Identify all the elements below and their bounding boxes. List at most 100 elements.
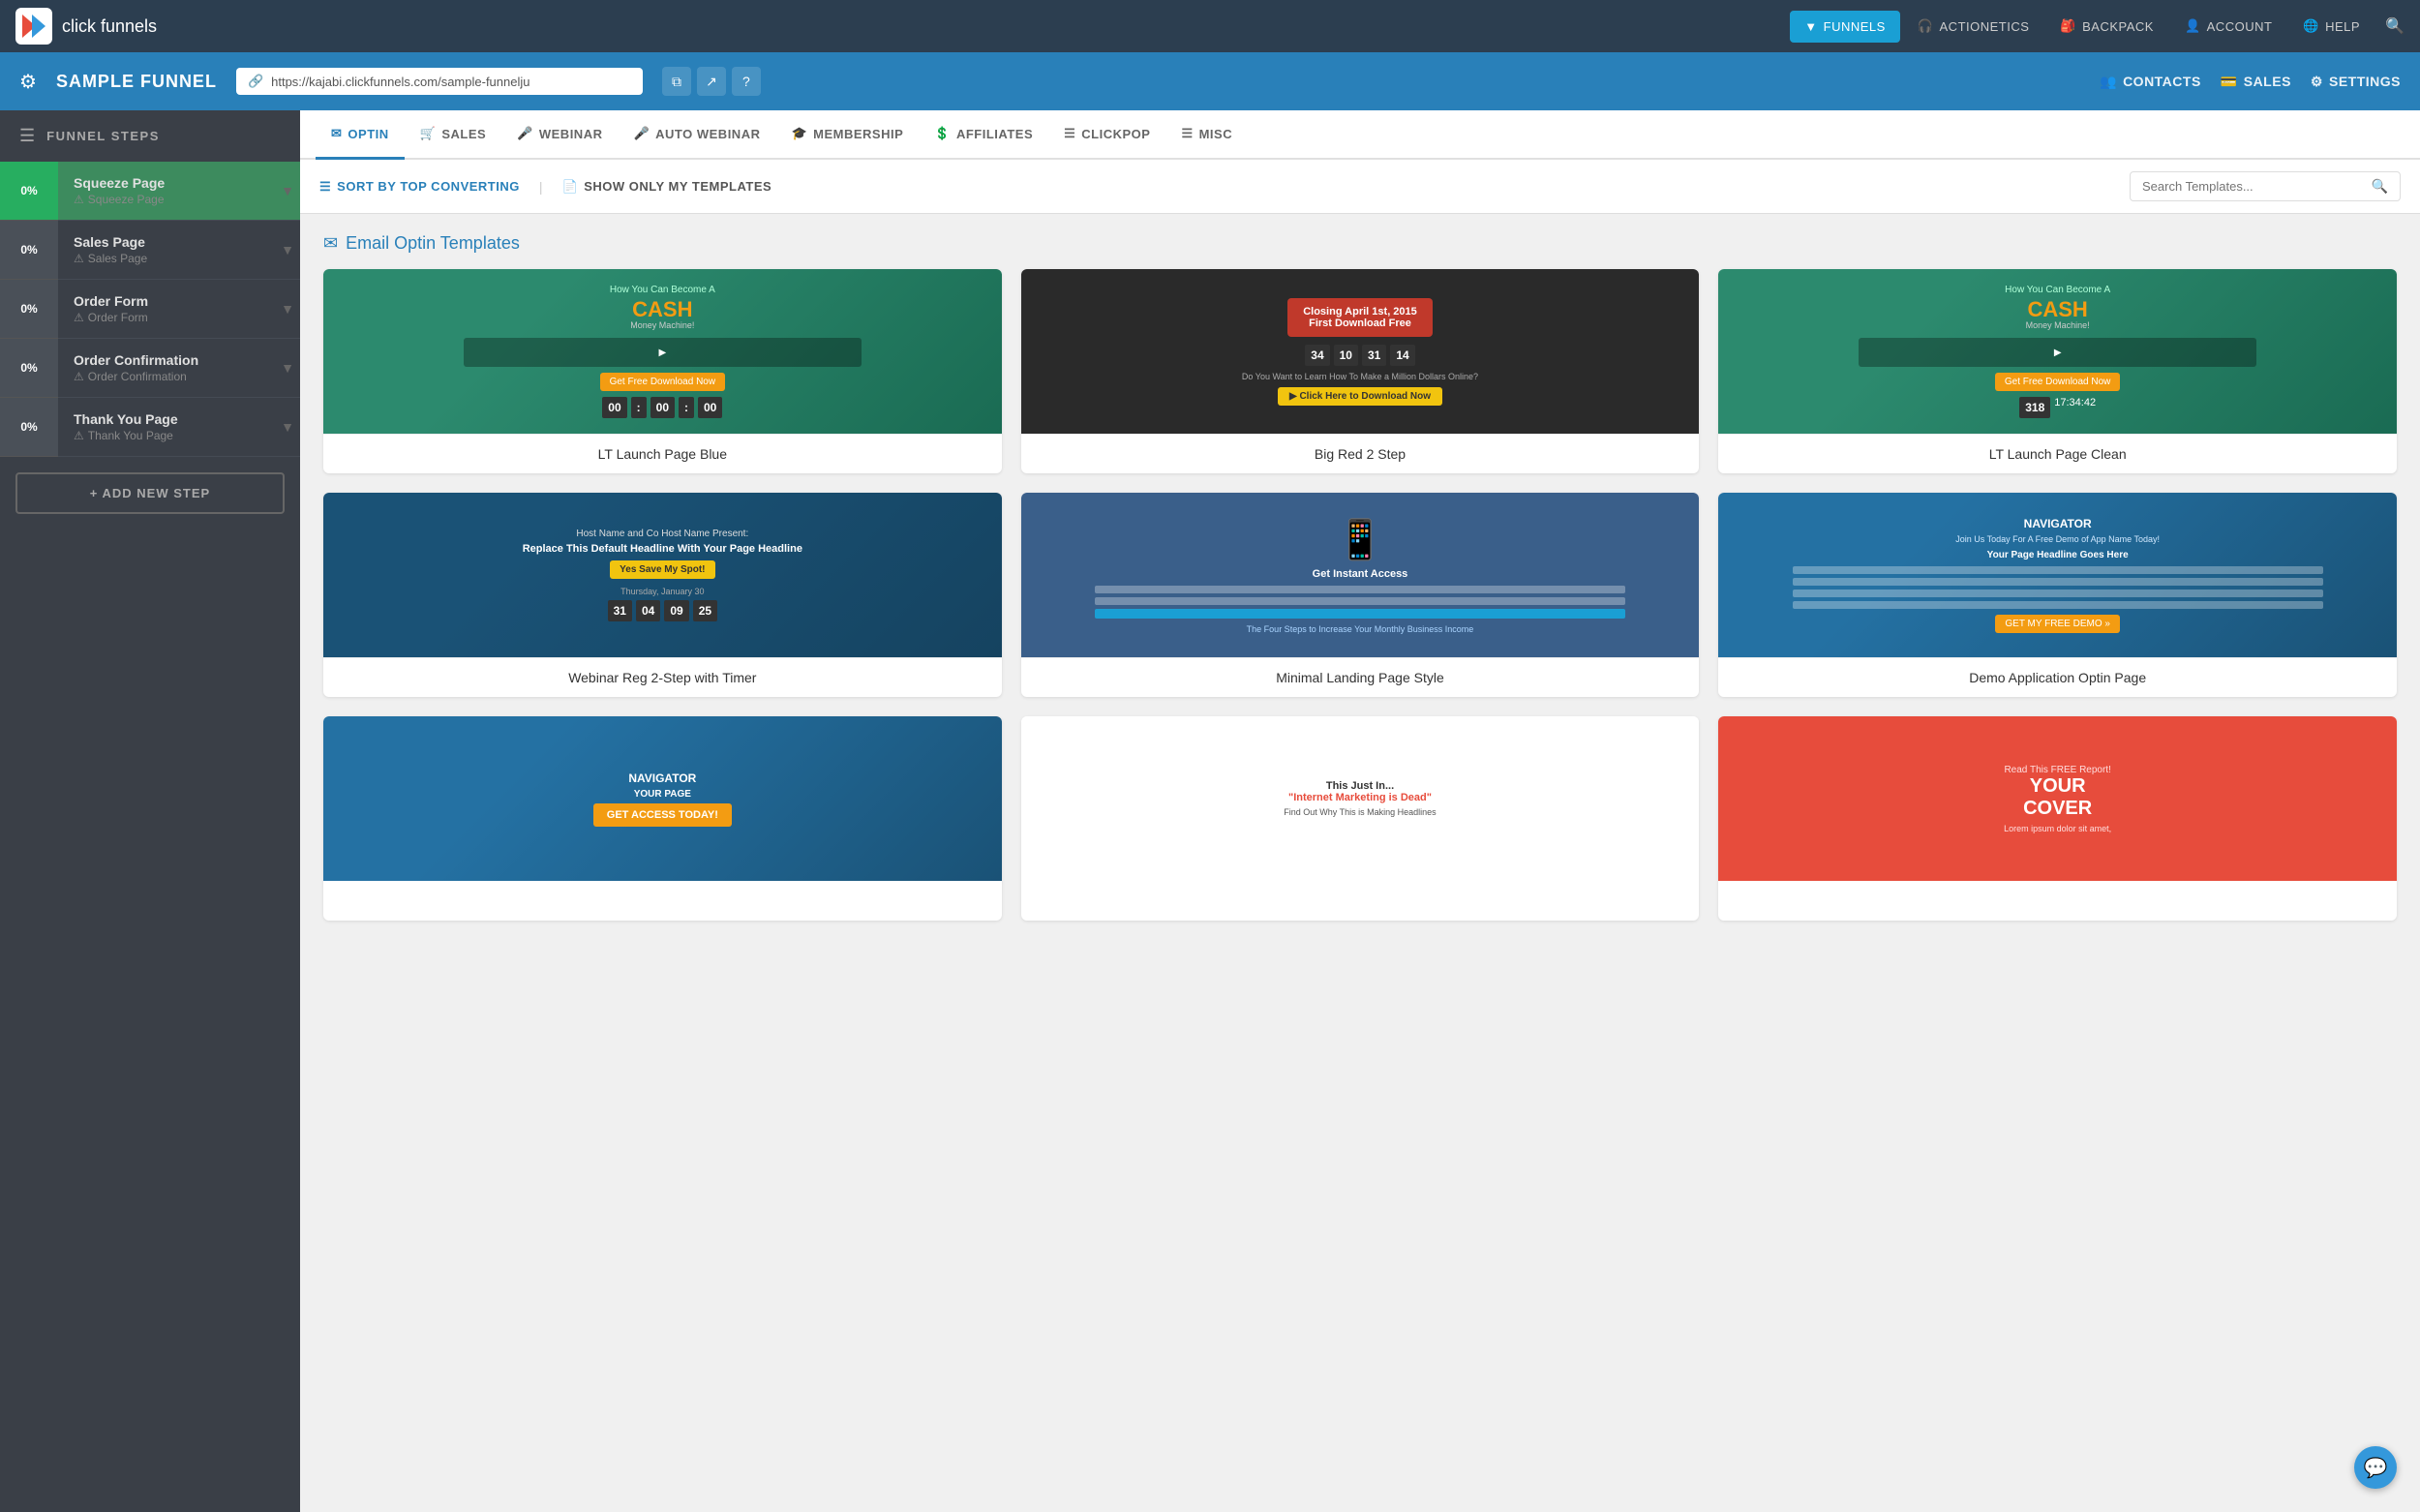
url-actions: ⧉ ↗ ?: [662, 67, 761, 96]
step-pct-squeeze: 0%: [0, 162, 58, 221]
step-content-thankyou: Thank You Page ⚠ Thank You Page: [58, 398, 275, 457]
funnel-step-orderconfirm[interactable]: 0% Order Confirmation ⚠ Order Confirmati…: [0, 339, 300, 398]
sort-top-converting-button[interactable]: ☰ SORT BY TOP CONVERTING: [319, 179, 520, 195]
funnel-url-bar: 🔗 https://kajabi.clickfunnels.com/sample…: [236, 68, 643, 95]
template-name-demo-app: Demo Application Optin Page: [1718, 657, 2397, 697]
sales-icon: 💳: [2221, 74, 2238, 90]
step-arrow-orderconfirm: ▼: [275, 339, 300, 398]
logo-area: click funnels: [15, 8, 157, 45]
step-arrow-thankyou: ▼: [275, 398, 300, 457]
nav-funnels[interactable]: ▼ FUNNELS: [1790, 11, 1900, 43]
step-content-squeeze: Squeeze Page ⚠ Squeeze Page: [58, 162, 275, 221]
warning-icon: ⚠: [74, 252, 84, 265]
tab-membership[interactable]: 🎓 MEMBERSHIP: [775, 110, 919, 160]
template-preview-navigator: NAVIGATOR YOUR PAGE GET ACCESS TODAY!: [323, 716, 1002, 881]
misc-icon: ☰: [1181, 126, 1193, 141]
nav-help[interactable]: 🌐 HELP: [2289, 11, 2374, 42]
warning-icon: ⚠: [74, 311, 84, 324]
backpack-icon: 🎒: [2060, 18, 2076, 34]
template-card-cover[interactable]: Read This FREE Report! YOURCOVER Lorem i…: [1718, 716, 2397, 921]
global-search-icon[interactable]: 🔍: [2385, 16, 2405, 36]
step-arrow-squeeze: ▼: [275, 162, 300, 221]
search-templates-container: 🔍: [2130, 171, 2401, 201]
tab-clickpop[interactable]: ☰ CLICKPOP: [1048, 110, 1165, 160]
nav-actionetics[interactable]: 🎧 ACTIONETICS: [1904, 11, 2043, 42]
mic-icon: 🎤: [517, 126, 533, 141]
template-preview-lt-launch-clean: How You Can Become A CASH Money Machine!…: [1718, 269, 2397, 434]
funnel-step-squeeze[interactable]: 0% Squeeze Page ⚠ Squeeze Page ▼: [0, 162, 300, 221]
step-pct-thankyou: 0%: [0, 398, 58, 457]
tab-webinar[interactable]: 🎤 WEBINAR: [501, 110, 618, 160]
funnel-step-sales[interactable]: 0% Sales Page ⚠ Sales Page ▼: [0, 221, 300, 280]
file-icon: 📄: [562, 179, 579, 195]
warning-icon: ⚠: [74, 429, 84, 442]
sidebar: ☰ FUNNEL STEPS 0% Squeeze Page ⚠ Squeeze…: [0, 110, 300, 1512]
template-card-demo-app[interactable]: NAVIGATOR Join Us Today For A Free Demo …: [1718, 493, 2397, 697]
tab-sales[interactable]: 🛒 SALES: [405, 110, 502, 160]
tab-misc[interactable]: ☰ MISC: [1165, 110, 1248, 160]
help-url-button[interactable]: ?: [732, 67, 761, 96]
warning-icon: ⚠: [74, 370, 84, 383]
sort-icon: ☰: [319, 179, 331, 195]
template-card-navigator[interactable]: NAVIGATOR YOUR PAGE GET ACCESS TODAY! Na…: [323, 716, 1002, 921]
cart-icon: 🛒: [420, 126, 437, 141]
step-pct-orderconfirm: 0%: [0, 339, 58, 398]
open-url-button[interactable]: ↗: [697, 67, 726, 96]
help-icon: 🌐: [2303, 18, 2319, 34]
template-name-lt-launch-clean: LT Launch Page Clean: [1718, 434, 2397, 473]
template-tabs: ✉ OPTIN 🛒 SALES 🎤 WEBINAR 🎤 AUTO WEBINAR…: [300, 110, 2420, 160]
step-arrow-sales: ▼: [275, 221, 300, 280]
template-card-lt-launch-blue[interactable]: How You Can Become A CASH Money Machine!…: [323, 269, 1002, 473]
step-content-orderconfirm: Order Confirmation ⚠ Order Confirmation: [58, 339, 275, 398]
template-preview-lt-launch-blue: How You Can Become A CASH Money Machine!…: [323, 269, 1002, 434]
template-preview-cover: Read This FREE Report! YOURCOVER Lorem i…: [1718, 716, 2397, 881]
template-name-big-red: Big Red 2 Step: [1021, 434, 1700, 473]
contacts-nav-item[interactable]: 👥 CONTACTS: [2100, 74, 2201, 90]
funnel-title: SAMPLE FUNNEL: [56, 72, 217, 92]
clickpop-icon: ☰: [1064, 126, 1075, 141]
step-pct-orderform: 0%: [0, 280, 58, 339]
auto-mic-icon: 🎤: [633, 126, 650, 141]
link-icon: 🔗: [248, 74, 263, 89]
settings-nav-item[interactable]: ⚙ SETTINGS: [2311, 74, 2401, 90]
template-card-minimal[interactable]: 📱 Get Instant Access The Four Steps to I…: [1021, 493, 1700, 697]
add-step-button[interactable]: + ADD NEW STEP: [15, 472, 285, 514]
template-preview-demo-app: NAVIGATOR Join Us Today For A Free Demo …: [1718, 493, 2397, 657]
funnel-step-orderform[interactable]: 0% Order Form ⚠ Order Form ▼: [0, 280, 300, 339]
sales-nav-item[interactable]: 💳 SALES: [2221, 74, 2291, 90]
funnel-step-thankyou[interactable]: 0% Thank You Page ⚠ Thank You Page ▼: [0, 398, 300, 457]
template-card-internet-dead[interactable]: This Just In... "Internet Marketing is D…: [1021, 716, 1700, 921]
template-preview-internet-dead: This Just In... "Internet Marketing is D…: [1021, 716, 1700, 881]
top-navigation: click funnels ▼ FUNNELS 🎧 ACTIONETICS 🎒 …: [0, 0, 2420, 52]
sort-bar: ☰ SORT BY TOP CONVERTING | 📄 SHOW ONLY M…: [300, 160, 2420, 214]
logo-icon[interactable]: [15, 8, 52, 45]
step-arrow-orderform: ▼: [275, 280, 300, 339]
funnel-icon: ▼: [1804, 19, 1817, 34]
template-card-webinar-reg[interactable]: Host Name and Co Host Name Present: Repl…: [323, 493, 1002, 697]
chat-icon: 💬: [2364, 1456, 2388, 1480]
template-card-lt-launch-clean[interactable]: How You Can Become A CASH Money Machine!…: [1718, 269, 2397, 473]
logo-text: click funnels: [62, 16, 157, 37]
show-my-templates-button[interactable]: 📄 SHOW ONLY MY TEMPLATES: [562, 179, 772, 195]
sidebar-header: ☰ FUNNEL STEPS: [0, 110, 300, 162]
hamburger-icon[interactable]: ☰: [19, 126, 35, 146]
tab-affiliates[interactable]: 💲 AFFILIATES: [919, 110, 1048, 160]
template-card-big-red[interactable]: Closing April 1st, 2015First Download Fr…: [1021, 269, 1700, 473]
copy-url-button[interactable]: ⧉: [662, 67, 691, 96]
main-content: ☰ FUNNEL STEPS 0% Squeeze Page ⚠ Squeeze…: [0, 110, 2420, 1512]
actionetics-icon: 🎧: [1918, 18, 1934, 34]
section-title: ✉ Email Optin Templates: [323, 233, 2397, 254]
chat-bubble-button[interactable]: 💬: [2354, 1446, 2397, 1489]
step-content-orderform: Order Form ⚠ Order Form: [58, 280, 275, 339]
search-templates-icon: 🔍: [2372, 178, 2388, 195]
funnel-settings-gear-icon[interactable]: ⚙: [19, 70, 37, 94]
tab-autowebinar[interactable]: 🎤 AUTO WEBINAR: [618, 110, 775, 160]
tab-optin[interactable]: ✉ OPTIN: [316, 110, 405, 160]
template-grid-row2: NAVIGATOR YOUR PAGE GET ACCESS TODAY! Na…: [300, 716, 2420, 940]
nav-backpack[interactable]: 🎒 BACKPACK: [2046, 11, 2167, 42]
step-content-sales: Sales Page ⚠ Sales Page: [58, 221, 275, 280]
email-section-icon: ✉: [323, 233, 338, 254]
search-templates-input[interactable]: [2142, 179, 2364, 194]
funnel-bar: ⚙ SAMPLE FUNNEL 🔗 https://kajabi.clickfu…: [0, 52, 2420, 110]
nav-account[interactable]: 👤 ACCOUNT: [2171, 11, 2285, 42]
